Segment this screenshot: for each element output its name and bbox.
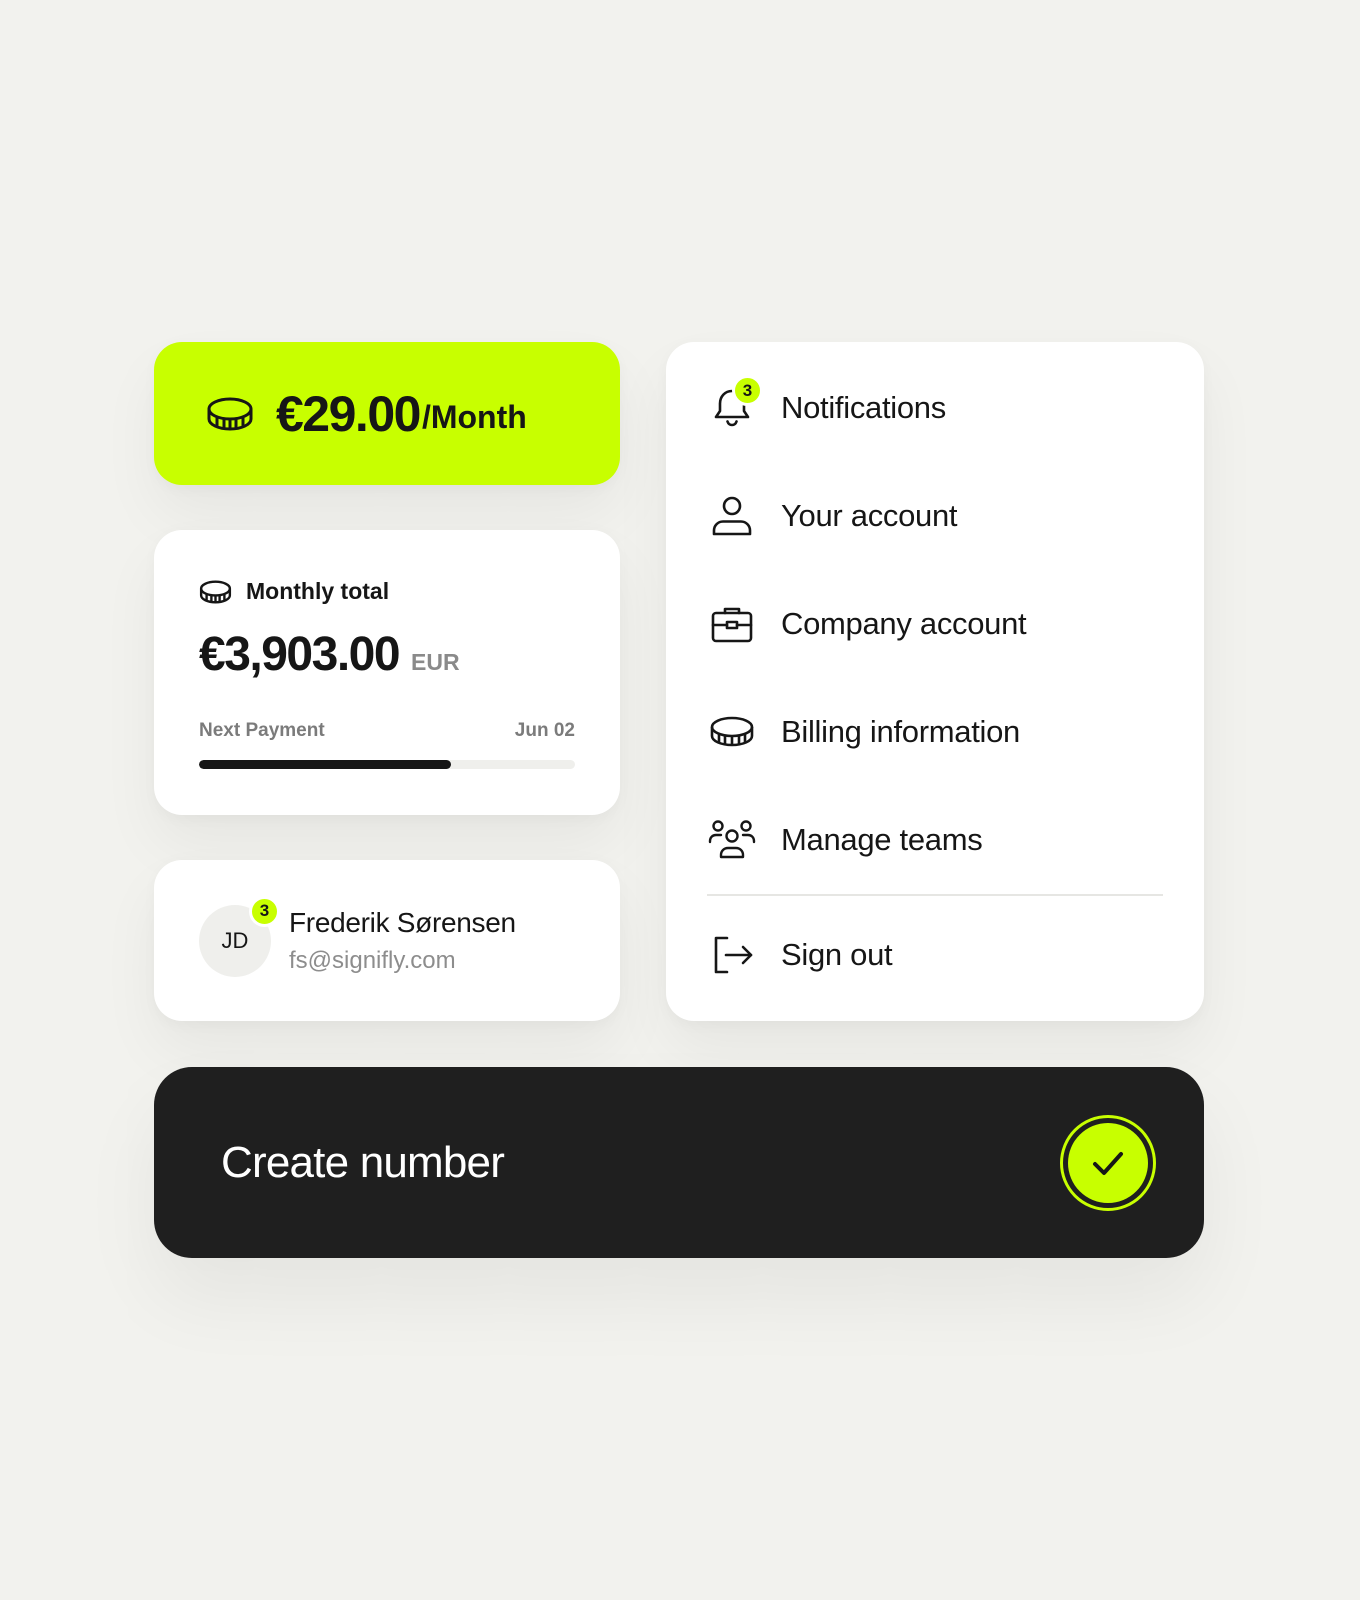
briefcase-icon (711, 607, 753, 643)
menu-label-sign-out: Sign out (781, 937, 893, 972)
price-amount: €29.00 (276, 385, 421, 442)
coin-icon (207, 397, 253, 430)
menu-item-notifications[interactable]: 3 Notifications (707, 354, 1163, 462)
menu-label-notifications: Notifications (781, 390, 946, 425)
total-amount-row: €3,903.00 EUR (199, 627, 575, 682)
create-number-button[interactable]: Create number (154, 1067, 1204, 1258)
avatar[interactable]: JD 3 (199, 895, 280, 977)
menu-item-sign-out[interactable]: Sign out (707, 896, 1163, 1014)
menu-item-billing-information[interactable]: Billing information (707, 678, 1163, 786)
profile-info: Frederik Sørensen fs@signifly.com (289, 907, 516, 975)
payment-progress-fill (199, 760, 451, 769)
coin-icon (710, 716, 754, 747)
menu-item-your-account[interactable]: Your account (707, 462, 1163, 570)
team-icon (708, 820, 756, 859)
notifications-badge: 3 (732, 375, 763, 406)
sign-out-icon (714, 936, 753, 974)
next-payment-date: Jun 02 (514, 720, 575, 741)
menu-label-company-account: Company account (781, 606, 1027, 641)
bell-icon-wrap: 3 (707, 375, 763, 433)
monthly-total-heading: Monthly total (199, 578, 575, 605)
menu-label-billing-information: Billing information (781, 714, 1020, 749)
price-card: €29.00 /Month (154, 342, 620, 485)
payment-progress-bar (199, 760, 575, 769)
menu-item-company-account[interactable]: Company account (707, 570, 1163, 678)
total-amount: €3,903.00 (199, 628, 401, 681)
profile-card[interactable]: JD 3 Frederik Sørensen fs@signifly.com (154, 860, 620, 1021)
check-icon (1093, 1151, 1123, 1175)
stage: €29.00 /Month Monthly total €3,903.00 EU… (0, 0, 1360, 1600)
user-icon (712, 496, 752, 536)
create-number-label: Create number (221, 1137, 505, 1187)
profile-email: fs@signifly.com (289, 946, 456, 974)
account-menu: 3 Notifications Your account Company acc… (666, 342, 1204, 1021)
monthly-total-card: Monthly total €3,903.00 EUR Next Payment… (154, 530, 620, 815)
profile-name: Frederik Sørensen (289, 906, 516, 938)
confirm-check-button[interactable] (1060, 1114, 1156, 1211)
coin-icon (199, 580, 232, 603)
monthly-total-label: Monthly total (246, 578, 390, 604)
menu-label-manage-teams: Manage teams (781, 822, 983, 857)
menu-label-your-account: Your account (781, 498, 958, 533)
price-period: /Month (421, 399, 527, 435)
next-payment-row: Next Payment Jun 02 (199, 720, 575, 742)
menu-item-manage-teams[interactable]: Manage teams (707, 786, 1163, 894)
next-payment-label: Next Payment (199, 720, 325, 741)
total-currency: EUR (411, 649, 460, 675)
avatar-initials: JD (221, 927, 249, 953)
avatar-notification-badge: 3 (249, 895, 280, 927)
